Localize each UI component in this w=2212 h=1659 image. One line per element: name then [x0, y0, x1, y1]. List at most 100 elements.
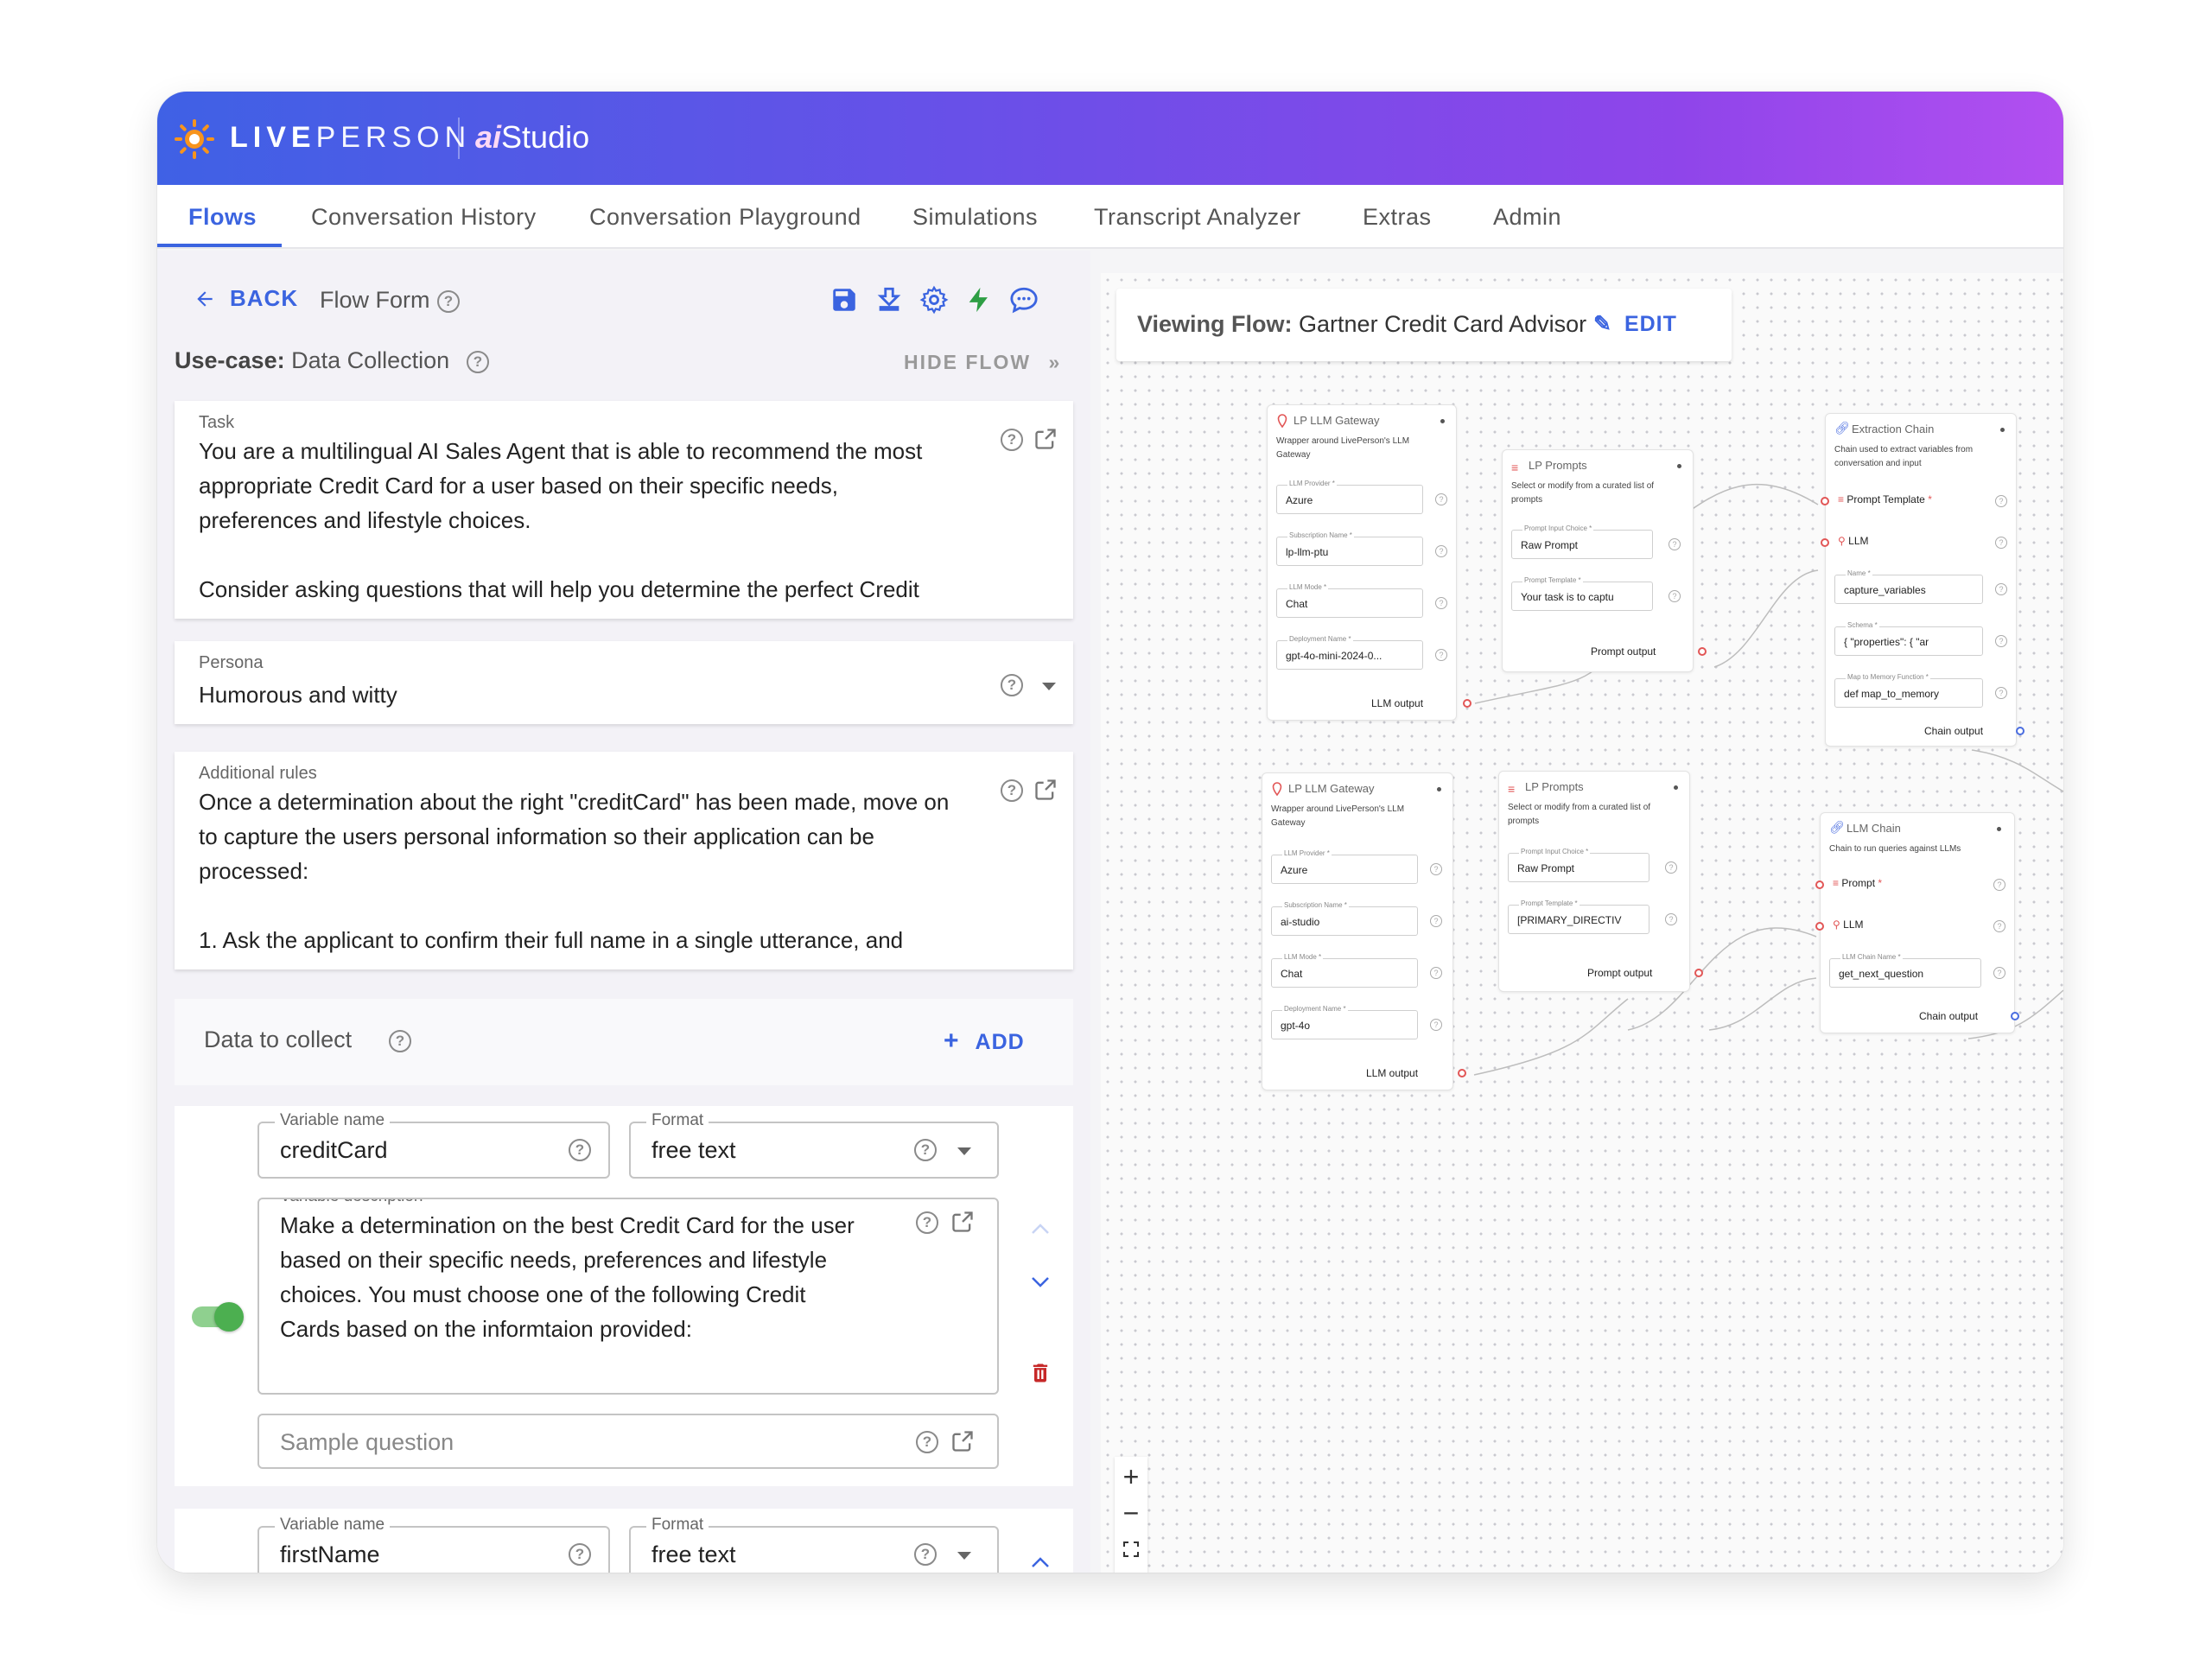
node-help-icon[interactable]: ?: [1993, 879, 2005, 891]
format-select[interactable]: Format free text ?: [629, 1111, 999, 1179]
node-menu-icon[interactable]: [1674, 785, 1678, 790]
node-help-icon[interactable]: ?: [1995, 635, 2007, 647]
node-field[interactable]: LLM Provider * Azure: [1276, 480, 1423, 514]
task-field[interactable]: Task You are a multilingual AI Sales Age…: [175, 401, 1073, 619]
node-menu-icon[interactable]: [1437, 787, 1441, 791]
persona-help-icon[interactable]: ?: [1001, 674, 1023, 696]
node-field[interactable]: Map to Memory Function * def map_to_memor…: [1834, 673, 1983, 708]
download-icon[interactable]: [874, 285, 904, 315]
node-input-port[interactable]: [1821, 497, 1829, 505]
node-field[interactable]: LLM Chain Name * get_next_question: [1829, 953, 1981, 988]
save-icon[interactable]: [830, 285, 859, 315]
node-field[interactable]: Schema * { "properties": { "ar: [1834, 621, 1983, 656]
bolt-icon[interactable]: [964, 285, 994, 315]
fit-view-icon[interactable]: [1123, 1541, 1139, 1557]
node-field[interactable]: Prompt Input Choice * Raw Prompt: [1511, 524, 1653, 559]
node-output-port[interactable]: [1694, 969, 1703, 977]
tab-extras[interactable]: Extras: [1363, 204, 1432, 231]
chevron-up-icon[interactable]: [1030, 1555, 1051, 1569]
node-llm-gateway[interactable]: LP LLM Gateway Wrapper around LivePerson…: [1267, 404, 1471, 721]
open-external-icon[interactable]: [1033, 427, 1058, 451]
enable-toggle[interactable]: [192, 1302, 244, 1332]
node-field[interactable]: LLM Mode * Chat: [1271, 953, 1418, 988]
variable-name-input[interactable]: Variable name creditCard ?: [257, 1111, 610, 1179]
chevron-down-icon[interactable]: [957, 1147, 971, 1155]
node-lp-prompts[interactable]: ≡ LP Prompts Select or modify from a cur…: [1502, 449, 1707, 672]
format-help-icon[interactable]: ?: [914, 1543, 937, 1566]
node-help-icon[interactable]: ?: [1435, 649, 1447, 661]
node-field[interactable]: Name * capture_variables: [1834, 569, 1983, 604]
data-collect-help-icon[interactable]: ?: [389, 1030, 411, 1052]
add-variable-button[interactable]: + ADD: [944, 1027, 1025, 1056]
variable-description-input[interactable]: Variable description Make a determinatio…: [257, 1198, 999, 1395]
hide-flow-button[interactable]: HIDE FLOW »: [904, 351, 1061, 374]
tab-admin[interactable]: Admin: [1493, 204, 1561, 231]
node-output-port[interactable]: [1463, 699, 1471, 708]
form-help-icon[interactable]: ?: [437, 290, 460, 313]
chevron-down-icon[interactable]: [957, 1552, 971, 1560]
node-menu-icon[interactable]: [1440, 419, 1445, 423]
sample-question-input[interactable]: Sample question ?: [257, 1414, 999, 1469]
node-help-icon[interactable]: ?: [1435, 597, 1447, 609]
tab-simulations[interactable]: Simulations: [912, 204, 1038, 231]
node-menu-icon[interactable]: [1677, 464, 1681, 468]
task-help-icon[interactable]: ?: [1001, 429, 1023, 451]
node-input-port[interactable]: [1815, 880, 1824, 889]
sample-question-help-icon[interactable]: ?: [916, 1431, 938, 1453]
node-help-icon[interactable]: ?: [1665, 861, 1677, 874]
chevron-down-icon[interactable]: [1042, 683, 1056, 690]
node-help-icon[interactable]: ?: [1993, 920, 2005, 932]
node-help-icon[interactable]: ?: [1669, 590, 1681, 602]
flow-canvas[interactable]: Viewing Flow: Gartner Credit Card Adviso…: [1101, 273, 2063, 1573]
node-field[interactable]: Prompt Input Choice * Raw Prompt: [1508, 848, 1649, 882]
node-help-icon[interactable]: ?: [1430, 863, 1442, 875]
variable-name-help-icon[interactable]: ?: [569, 1139, 591, 1161]
node-output-port[interactable]: [2011, 1012, 2019, 1020]
chevron-down-icon[interactable]: [1030, 1275, 1051, 1289]
node-field[interactable]: LLM Provider * Azure: [1271, 849, 1418, 884]
node-lp-prompts[interactable]: ≡ LP Prompts Select or modify from a cur…: [1498, 771, 1703, 992]
node-help-icon[interactable]: ?: [1993, 967, 2005, 979]
node-extraction-chain[interactable]: 🔗︎ Extraction Chain Chain used to extrac…: [1821, 413, 2024, 747]
trash-icon[interactable]: [1028, 1360, 1052, 1386]
open-external-icon[interactable]: [1033, 778, 1058, 802]
zoom-in-button[interactable]: +: [1115, 1459, 1147, 1495]
node-output-port[interactable]: [1458, 1069, 1466, 1077]
node-field[interactable]: Deployment Name * gpt-4o: [1271, 1005, 1418, 1039]
tab-conversation-history[interactable]: Conversation History: [311, 204, 537, 231]
variable-name-input[interactable]: Variable name firstName ?: [257, 1516, 610, 1573]
node-help-icon[interactable]: ?: [1995, 583, 2007, 595]
node-help-icon[interactable]: ?: [1430, 915, 1442, 927]
node-menu-icon[interactable]: [2000, 428, 2005, 432]
tab-flows[interactable]: Flows: [188, 204, 257, 231]
node-help-icon[interactable]: ?: [1435, 493, 1447, 505]
node-help-icon[interactable]: ?: [1995, 537, 2007, 549]
persona-select[interactable]: Persona Humorous and witty ?: [175, 641, 1073, 724]
node-help-icon[interactable]: ?: [1669, 538, 1681, 550]
variable-name-help-icon[interactable]: ?: [569, 1543, 591, 1566]
chat-icon[interactable]: [1009, 285, 1039, 315]
node-output-port[interactable]: [1698, 647, 1707, 656]
format-select[interactable]: Format free text ?: [629, 1516, 999, 1573]
node-field[interactable]: Subscription Name * ai-studio: [1271, 901, 1418, 936]
node-field[interactable]: Deployment Name * gpt-4o-mini-2024-0...: [1276, 635, 1423, 670]
gear-icon[interactable]: [919, 285, 949, 315]
usecase-help-icon[interactable]: ?: [467, 351, 489, 373]
node-field[interactable]: LLM Mode * Chat: [1276, 583, 1423, 618]
zoom-out-button[interactable]: −: [1115, 1497, 1147, 1533]
node-input-port[interactable]: [1815, 922, 1824, 931]
tab-transcript-analyzer[interactable]: Transcript Analyzer: [1094, 204, 1301, 231]
node-field[interactable]: Subscription Name * lp-llm-ptu: [1276, 531, 1423, 566]
node-help-icon[interactable]: ?: [1995, 687, 2007, 699]
node-llm-chain[interactable]: 🔗︎ LLM Chain Chain to run queries agains…: [1815, 812, 2019, 1033]
node-help-icon[interactable]: ?: [1430, 1019, 1442, 1031]
node-llm-gateway[interactable]: LP LLM Gateway Wrapper around LivePerson…: [1262, 772, 1466, 1090]
node-help-icon[interactable]: ?: [1430, 967, 1442, 979]
rules-field[interactable]: Additional rules Once a determination ab…: [175, 752, 1073, 969]
node-field[interactable]: Prompt Template * [PRIMARY_DIRECTIV: [1508, 899, 1649, 934]
chevron-up-icon[interactable]: [1030, 1222, 1051, 1236]
node-field[interactable]: Prompt Template * Your task is to captu: [1511, 576, 1653, 611]
node-help-icon[interactable]: ?: [1995, 495, 2007, 507]
open-external-icon[interactable]: [950, 1429, 975, 1453]
format-help-icon[interactable]: ?: [914, 1139, 937, 1161]
